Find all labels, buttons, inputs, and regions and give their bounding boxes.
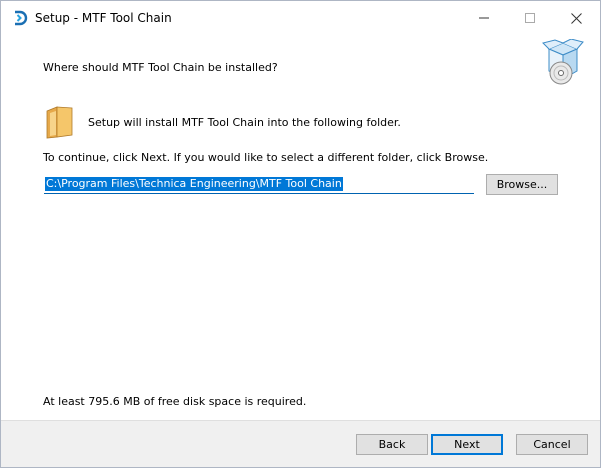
setup-app-icon [12,10,28,26]
install-path-value: C:\Program Files\Technica Engineering\MT… [45,177,343,191]
next-button[interactable]: Next [431,434,503,455]
folder-icon [45,105,75,139]
cancel-button[interactable]: Cancel [516,434,588,455]
close-icon [570,12,582,24]
maximize-button[interactable] [507,1,553,35]
window-title: Setup - MTF Tool Chain [35,11,172,25]
minimize-button[interactable] [461,1,507,35]
page-heading: Where should MTF Tool Chain be installed… [43,61,278,74]
browse-button[interactable]: Browse... [486,174,558,195]
disk-space-text: At least 795.6 MB of free disk space is … [43,395,307,408]
title-bar[interactable]: Setup - MTF Tool Chain [1,1,600,35]
button-bar: Back Next Cancel [1,420,600,467]
setup-box-icon [539,38,587,87]
setup-window: Setup - MTF Tool Chain Where should MTF … [0,0,601,468]
install-info-text: Setup will install MTF Tool Chain into t… [88,116,401,129]
instruction-text: To continue, click Next. If you would li… [43,151,489,164]
maximize-icon [525,13,535,23]
minimize-icon [479,13,489,23]
close-button[interactable] [553,1,599,35]
install-path-input[interactable]: C:\Program Files\Technica Engineering\MT… [44,175,474,194]
back-button[interactable]: Back [356,434,428,455]
